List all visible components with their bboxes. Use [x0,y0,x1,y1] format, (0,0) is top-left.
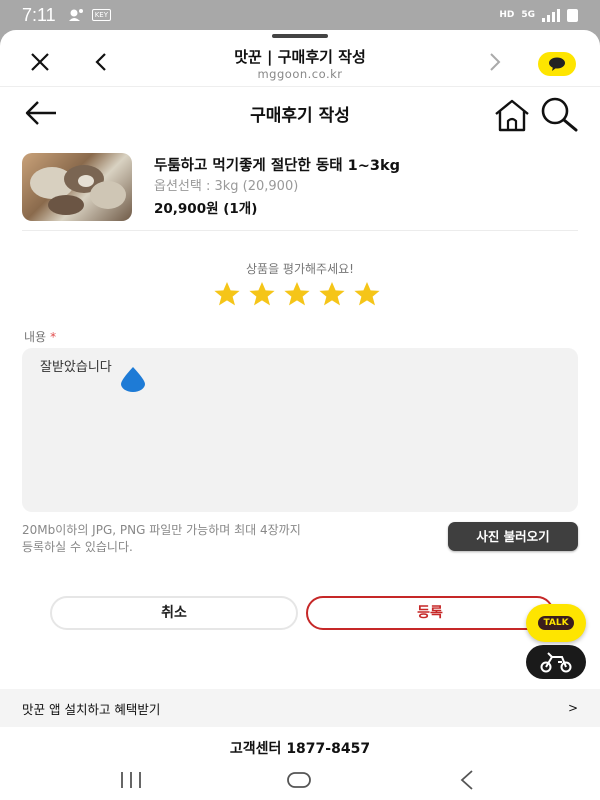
status-time: 7:11 [22,4,56,25]
star-rating[interactable] [213,281,381,307]
recent-apps-icon[interactable] [118,770,144,790]
notification-icon [68,9,83,21]
star-icon[interactable] [213,281,241,307]
home-nav-icon[interactable] [286,771,312,789]
chevron-right-icon: > [567,701,578,715]
cancel-button[interactable]: 취소 [50,596,298,630]
product-name: 두툼하고 먹기좋게 절단한 동태 1~3kg [154,158,400,174]
status-left-icons: KEY [68,8,111,22]
review-text: 잘받았습니다 [40,359,112,374]
chat-bubble-icon [549,57,565,71]
status-right-icons: HD 5G [499,8,578,22]
back-nav-icon[interactable] [458,769,476,791]
review-textarea[interactable]: 잘받았습니다 [22,348,578,512]
app-install-banner[interactable]: 맛꾼 앱 설치하고 혜택받기 > [0,689,600,727]
webview-toolbar: 맛꾼 | 구매후기 작성 mggoon.co.kr [0,30,600,86]
talk-label: TALK [538,616,574,630]
content-label-text: 내용 [24,330,47,344]
product-summary: 두툼하고 먹기좋게 절단한 동태 1~3kg 옵션선택 : 3kg (20,90… [22,153,578,231]
customer-center: 고객센터 1877-8457 [229,741,371,757]
product-price: 20,900원 (1개) [154,201,258,217]
upload-note: 20Mb이하의 JPG, PNG 파일만 가능하며 최대 4장까지 등록하실 수… [22,522,382,556]
product-thumbnail [22,153,132,221]
battery-icon [567,8,578,22]
delivery-button[interactable] [526,645,586,679]
load-photo-button[interactable]: 사진 불러오기 [448,522,578,551]
webview-title: 맛꾼 | 구매후기 작성 [234,48,366,66]
key-badge: KEY [91,9,111,21]
webview-url: mggoon.co.kr [257,67,343,81]
required-mark: * [50,330,57,344]
product-option: 옵션선택 : 3kg (20,900) [154,179,299,194]
content-label: 내용 * [24,328,56,345]
network-5g-icon: 5G [521,10,535,20]
upload-note-line1: 20Mb이하의 JPG, PNG 파일만 가능하며 최대 4장까지 [22,523,301,537]
browser-forward-icon[interactable] [484,50,506,74]
section-divider [22,230,578,231]
delivery-scooter-icon [540,652,572,673]
webview-sheet: 맛꾼 | 구매후기 작성 mggoon.co.kr 구매후기 작성 두툼하고 먹… [0,30,600,768]
page-header: 구매후기 작성 [0,87,600,141]
kakao-share-button[interactable] [538,52,576,76]
star-icon[interactable] [283,281,311,307]
home-icon[interactable] [492,97,532,133]
signal-icon [542,8,560,22]
text-cursor-handle-icon[interactable] [118,366,148,392]
upload-note-line2: 등록하실 수 있습니다. [22,540,133,554]
app-banner-text: 맛꾼 앱 설치하고 혜택받기 [22,701,161,717]
status-bar: 7:11 KEY HD 5G [0,0,600,30]
rating-prompt: 상품을 평가해주세요! [246,262,354,276]
hd-voice-icon: HD [499,10,515,20]
submit-button[interactable]: 등록 [306,596,554,630]
star-icon[interactable] [353,281,381,307]
star-icon[interactable] [318,281,346,307]
system-nav-bar [0,768,600,800]
star-icon[interactable] [248,281,276,307]
kakao-talk-button[interactable]: TALK [526,604,586,642]
search-icon[interactable] [538,95,580,133]
